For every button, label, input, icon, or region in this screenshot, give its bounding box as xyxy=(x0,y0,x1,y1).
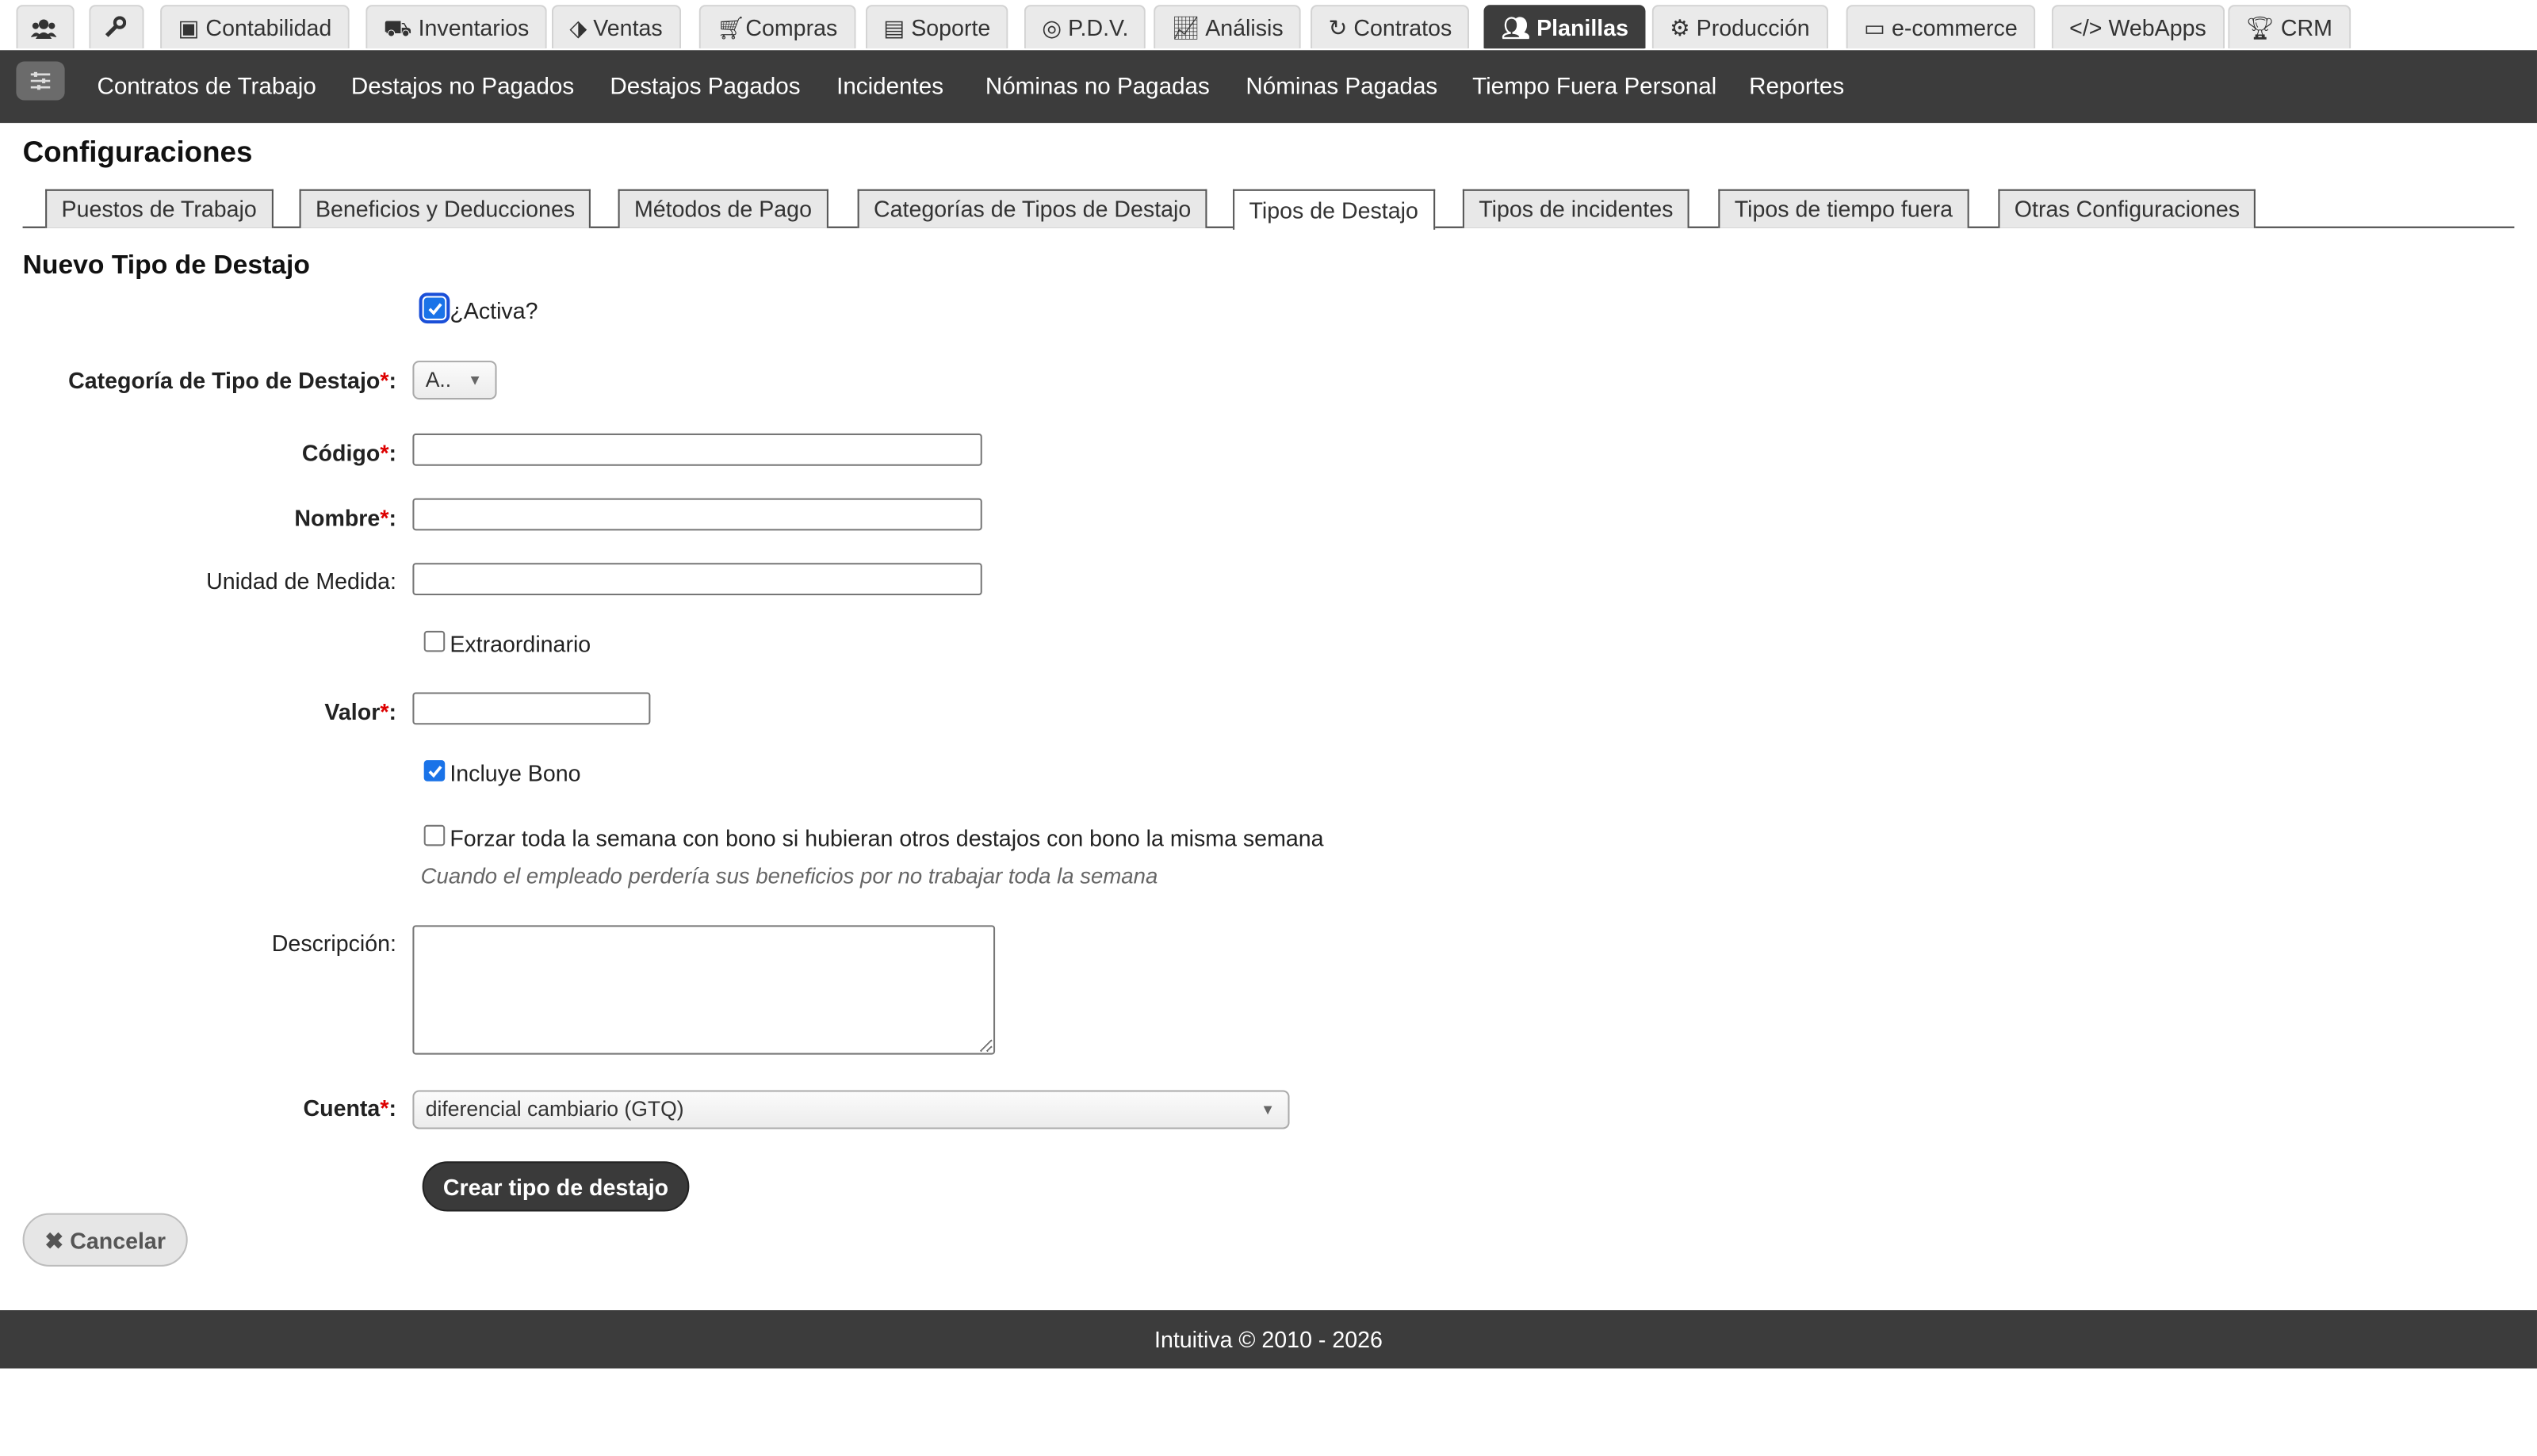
form-title: Nuevo Tipo de Destajo xyxy=(22,250,310,281)
codigo-label: Código*: xyxy=(301,440,396,466)
page-title: Configuraciones xyxy=(22,136,253,169)
unidad-medida-input[interactable] xyxy=(412,563,982,596)
tab-tipos-destajo[interactable]: Tipos de Destajo xyxy=(1233,189,1435,230)
close-icon: ✖ xyxy=(44,1227,64,1254)
tab-tools[interactable] xyxy=(89,5,144,49)
tab-webapps[interactable]: </> WebApps xyxy=(2051,5,2225,49)
incluye-bono-checkbox[interactable] xyxy=(423,760,446,782)
trophy-icon: 🏆︎ xyxy=(2245,14,2275,41)
descripcion-textarea[interactable] xyxy=(412,925,996,1055)
nav-destajos-pagados[interactable]: Destajos Pagados xyxy=(610,75,800,101)
tab-compras[interactable]: 🛒︎Compras xyxy=(698,5,855,49)
nav-nominas-pagadas[interactable]: Nóminas Pagadas xyxy=(1246,75,1437,101)
cancel-button[interactable]: ✖ Cancelar xyxy=(22,1213,188,1267)
users-icon: 👥︎ xyxy=(1501,14,1531,41)
nav-tiempo-fuera[interactable]: Tiempo Fuera Personal xyxy=(1472,75,1716,101)
codigo-input[interactable] xyxy=(412,433,982,466)
tab-metodos-pago[interactable]: Métodos de Pago xyxy=(618,189,828,228)
activa-checkbox[interactable] xyxy=(419,292,450,324)
categoria-select[interactable]: A.. ▼ xyxy=(412,361,497,400)
valor-label: Valor*: xyxy=(324,698,396,725)
check-icon xyxy=(428,766,442,778)
extraordinario-label: Extraordinario xyxy=(450,630,591,657)
caret-down-icon: ▼ xyxy=(467,372,483,388)
tab-beneficios-deducciones[interactable]: Beneficios y Deducciones xyxy=(299,189,591,228)
valor-input[interactable] xyxy=(412,692,651,725)
module-tabbar: ▣ Contabilidad ⛟ Inventarios ⬗ Ventas 🛒︎… xyxy=(0,0,2537,49)
wrench-icon xyxy=(104,16,126,37)
caret-down-icon: ▼ xyxy=(1260,1101,1276,1118)
tab-analisis[interactable]: 📈︎ Análisis xyxy=(1154,5,1302,49)
categoria-label: Categoría de Tipo de Destajo*: xyxy=(68,367,396,393)
forzar-semana-hint: Cuando el empleado perdería sus benefici… xyxy=(420,863,1158,889)
nav-contratos-trabajo[interactable]: Contratos de Trabajo xyxy=(97,75,316,101)
truck-icon: ⛟ xyxy=(383,14,412,41)
nav-destajos-no-pagados[interactable]: Destajos no Pagados xyxy=(351,75,574,101)
check-icon xyxy=(428,303,442,315)
unidad-label: Unidad de Medida: xyxy=(206,567,396,594)
target-icon: ◎ xyxy=(1042,14,1062,41)
sub-navigation: Contratos de Trabajo Destajos no Pagados… xyxy=(0,50,2537,124)
tab-contratos[interactable]: ↻ Contratos xyxy=(1311,5,1470,49)
tab-crm[interactable]: 🏆︎ CRM xyxy=(2228,5,2351,49)
nombre-label: Nombre*: xyxy=(294,504,396,531)
tab-tipos-tiempo-fuera[interactable]: Tipos de tiempo fuera xyxy=(1718,189,1969,228)
tab-home[interactable] xyxy=(16,5,75,49)
tab-categorias-tipos-destajo[interactable]: Categorías de Tipos de Destajo xyxy=(857,189,1207,228)
tab-tipos-incidentes[interactable]: Tipos de incidentes xyxy=(1462,189,1689,228)
descripcion-label: Descripción: xyxy=(271,930,396,957)
chart-line-icon: 📈︎ xyxy=(1171,14,1200,41)
tab-produccion[interactable]: ⚙ Producción xyxy=(1651,5,1828,49)
forzar-semana-checkbox[interactable] xyxy=(423,824,446,846)
code-icon: </> xyxy=(2069,14,2103,41)
tags-icon: ⬗ xyxy=(569,14,587,41)
tab-contabilidad[interactable]: ▣ Contabilidad xyxy=(160,5,350,49)
footer: Intuitiva © 2010 - 2026 xyxy=(0,1310,2537,1369)
cuenta-select[interactable]: diferencial cambiario (GTQ) ▼ xyxy=(412,1090,1290,1129)
forzar-semana-label: Forzar toda la semana con bono si hubier… xyxy=(450,824,1324,851)
tab-pdv[interactable]: ◎ P.D.V. xyxy=(1024,5,1146,49)
nav-reportes[interactable]: Reportes xyxy=(1749,75,1844,101)
sliders-icon xyxy=(30,71,51,90)
cart-icon: 🛒︎ xyxy=(717,14,746,41)
extraordinario-checkbox[interactable] xyxy=(423,630,446,652)
cuenta-label: Cuenta*: xyxy=(303,1095,396,1122)
nombre-input[interactable] xyxy=(412,498,982,531)
money-icon: ▣ xyxy=(178,14,200,41)
cogs-icon: ⚙ xyxy=(1670,14,1690,41)
users-icon xyxy=(29,19,56,39)
support-icon: ▤ xyxy=(883,14,905,41)
tab-planillas[interactable]: 👥︎ Planillas xyxy=(1483,5,1647,49)
nav-nominas-no-pagadas[interactable]: Nóminas no Pagadas xyxy=(985,75,1210,101)
tab-otras-configuraciones[interactable]: Otras Configuraciones xyxy=(1998,189,2256,228)
crear-tipo-destajo-button[interactable]: Crear tipo de destajo xyxy=(422,1161,690,1212)
tab-soporte[interactable]: ▤ Soporte xyxy=(865,5,1008,49)
tab-ventas[interactable]: ⬗ Ventas xyxy=(551,5,681,49)
incluye-bono-label: Incluye Bono xyxy=(450,760,581,786)
card-icon: ▭ xyxy=(1864,14,1886,41)
nav-incidentes[interactable]: Incidentes xyxy=(836,75,943,101)
refresh-icon: ↻ xyxy=(1328,14,1348,41)
tab-puestos-trabajo[interactable]: Puestos de Trabajo xyxy=(45,189,274,228)
menu-toggle-button[interactable] xyxy=(16,61,65,101)
activa-label: ¿Activa? xyxy=(450,297,538,324)
tab-ecommerce[interactable]: ▭ e-commerce xyxy=(1846,5,2036,49)
tab-inventarios[interactable]: ⛟ Inventarios xyxy=(365,5,547,49)
